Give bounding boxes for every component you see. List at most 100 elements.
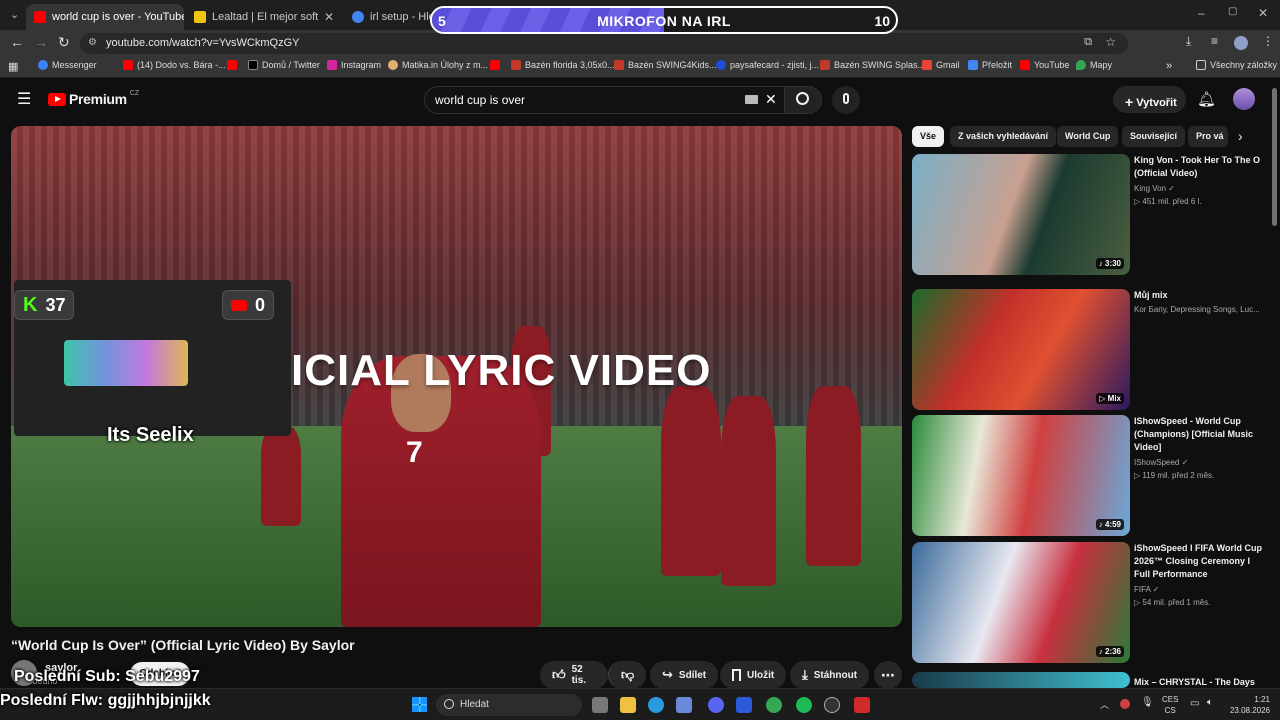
bookmark-youtube-2[interactable] bbox=[227, 60, 237, 70]
profile-avatar[interactable] bbox=[1234, 36, 1248, 50]
input-language[interactable]: CES CS bbox=[1162, 694, 1178, 716]
chrome-icon[interactable] bbox=[766, 697, 782, 713]
minimize-button[interactable]: – bbox=[1198, 6, 1205, 20]
video-title[interactable]: IShowSpeed - World Cup (Champions) [Offi… bbox=[1134, 415, 1264, 454]
account-avatar[interactable] bbox=[1233, 88, 1255, 110]
video-thumbnail[interactable]: ▷ Mix bbox=[912, 289, 1130, 410]
bookmark-prelozit[interactable]: Přeložit bbox=[968, 60, 1012, 70]
create-button[interactable]: + Vytvořit bbox=[1113, 86, 1186, 113]
back-icon[interactable]: ← bbox=[10, 34, 24, 50]
maximize-button[interactable]: ▢ bbox=[1228, 6, 1237, 17]
share-button[interactable]: ↪ Sdílet bbox=[650, 661, 719, 689]
last-subscriber-overlay: Poslední Sub: Sebu2997 bbox=[14, 668, 200, 685]
spotify-icon[interactable] bbox=[796, 697, 812, 713]
chip-related[interactable]: Související bbox=[1122, 126, 1186, 147]
bookmark-twitter[interactable]: Domů / Twitter bbox=[248, 60, 320, 70]
video-meta: ▷ 54 mil. před 1 měs. bbox=[1134, 598, 1211, 607]
edge-icon[interactable] bbox=[648, 697, 664, 713]
bookmark-dodo[interactable]: (14) Dodo vs. Bára -... bbox=[123, 60, 226, 70]
gmail-icon bbox=[922, 60, 932, 70]
dislike-button[interactable]: 👎︎ bbox=[608, 661, 646, 689]
video-title[interactable]: iShowSpeed I FIFA World Cup 2026™ Closin… bbox=[1134, 542, 1264, 581]
clock[interactable]: 1:21 23.08.2026 bbox=[1230, 694, 1270, 716]
address-bar[interactable]: ⚙ youtube.com/watch?v=YvsWCkmQzGY ⧉ ☆ bbox=[80, 33, 1128, 54]
tab-youtube[interactable]: world cup is over - YouTube 🔊 ✕ bbox=[26, 4, 184, 30]
site-info-icon[interactable]: ⚙ bbox=[88, 37, 97, 48]
bookmark-bazen-florida[interactable]: Bazén florida 3,05x0... bbox=[511, 60, 615, 70]
bookmark-label: YouTube bbox=[1034, 60, 1070, 70]
volume-icon[interactable]: 🔈︎ bbox=[1207, 697, 1213, 708]
download-button[interactable]: ⤓ Stáhnout bbox=[790, 661, 870, 689]
bookmark-star-icon[interactable]: ☆ bbox=[1105, 35, 1116, 49]
hamburger-menu-icon[interactable]: ☰ bbox=[17, 89, 31, 109]
menu-icon[interactable]: ⋮ bbox=[1262, 34, 1274, 48]
mic-tray-icon[interactable]: 🎙︎ bbox=[1141, 697, 1154, 708]
channel-name[interactable]: IShowSpeed ✓ bbox=[1134, 458, 1188, 467]
bookmark-paysafecard[interactable]: paysafecard - zjisti, j... bbox=[716, 60, 819, 70]
video-thumbnail[interactable]: ♪ 4:59 bbox=[912, 415, 1130, 536]
video-title[interactable]: Můj mix bbox=[1134, 289, 1264, 302]
video-title[interactable]: King Von - Took Her To The O (Official V… bbox=[1134, 154, 1264, 180]
download-icon[interactable]: ⤓ bbox=[1186, 34, 1191, 49]
tab-search-icon[interactable]: ⌄ bbox=[10, 8, 19, 21]
chips-next-icon[interactable]: › bbox=[1238, 128, 1243, 144]
more-bookmarks-icon[interactable]: » bbox=[1166, 60, 1172, 72]
taskbar-search[interactable]: Hledat bbox=[436, 694, 582, 716]
channel-name[interactable]: FIFA ✓ bbox=[1134, 585, 1159, 594]
tab-lealtad[interactable]: Lealtad | El mejor software para ✕ bbox=[186, 4, 342, 30]
matika-icon bbox=[388, 60, 398, 70]
save-button[interactable]: Uložit bbox=[720, 661, 787, 689]
bookmark-mapy[interactable]: Mapy bbox=[1076, 60, 1112, 70]
voice-search-button[interactable] bbox=[832, 86, 860, 114]
bookmark-messenger[interactable]: Messenger bbox=[38, 60, 97, 70]
chip-from-searches[interactable]: Z vašich vyhledávání bbox=[950, 126, 1057, 147]
bookmark-instagram[interactable]: Instagram bbox=[327, 60, 381, 70]
video-thumbnail[interactable] bbox=[912, 672, 1130, 688]
install-icon[interactable]: ⧉ bbox=[1084, 36, 1092, 49]
obs-icon[interactable] bbox=[824, 697, 840, 713]
video-thumbnail[interactable]: ♪ 3:30 bbox=[912, 154, 1130, 275]
bookmark-matika[interactable]: Matika.in Úlohy z m... bbox=[388, 60, 488, 70]
reload-icon[interactable]: ↻ bbox=[58, 34, 70, 51]
apps-icon[interactable]: ▦ bbox=[8, 60, 18, 73]
bookmark-bazen-swing[interactable]: Bazén SWING Splas... bbox=[820, 60, 925, 70]
scrollbar[interactable] bbox=[1272, 88, 1277, 226]
discord-icon[interactable] bbox=[708, 697, 724, 713]
bookmark-gmail[interactable]: Gmail bbox=[922, 60, 960, 70]
bookmark-youtube[interactable]: YouTube bbox=[1020, 60, 1069, 70]
app-icon[interactable] bbox=[736, 697, 752, 713]
share-label: Sdílet bbox=[678, 669, 707, 681]
tray-app-icon[interactable] bbox=[1120, 699, 1130, 709]
tab-google[interactable]: irl setup - Hledat G bbox=[344, 4, 434, 30]
media-control-icon[interactable]: ≡ bbox=[1211, 34, 1218, 48]
channel-name[interactable]: King Von ✓ bbox=[1134, 184, 1175, 193]
video-thumbnail[interactable]: ♪ 2:36 bbox=[912, 542, 1130, 663]
network-icon[interactable]: ▭ bbox=[1190, 698, 1199, 709]
store-icon[interactable] bbox=[676, 697, 692, 713]
logo-text: Premium bbox=[69, 91, 127, 107]
like-button[interactable]: 👍︎ 52 tis. bbox=[540, 661, 608, 689]
forward-icon[interactable]: → bbox=[34, 34, 48, 50]
search-input[interactable]: world cup is over ✕ bbox=[424, 86, 786, 114]
chip-world-cup[interactable]: World Cup bbox=[1057, 126, 1119, 147]
close-tab-icon[interactable]: ✕ bbox=[324, 10, 334, 24]
tray-overflow-icon[interactable]: ︿ bbox=[1100, 698, 1109, 711]
clear-search-icon[interactable]: ✕ bbox=[765, 91, 777, 108]
voicemeeter-icon[interactable] bbox=[854, 697, 870, 713]
close-window-button[interactable]: ✕ bbox=[1258, 6, 1268, 20]
bookmark-label: Instagram bbox=[341, 60, 382, 70]
more-actions-button[interactable]: ⋯ bbox=[874, 661, 902, 689]
bookmark-bazen-swing4kids[interactable]: Bazén SWING4Kids... bbox=[614, 60, 717, 70]
bookmark-youtube-3[interactable] bbox=[490, 60, 500, 70]
task-view-icon[interactable] bbox=[592, 697, 608, 713]
all-bookmarks-folder[interactable]: Všechny záložky bbox=[1196, 60, 1277, 70]
youtube-logo[interactable]: Premium CZ bbox=[48, 90, 139, 107]
chip-all[interactable]: Vše bbox=[912, 126, 945, 147]
chip-for-you[interactable]: Pro vá bbox=[1188, 126, 1228, 147]
search-button[interactable] bbox=[784, 86, 822, 114]
keyboard-icon[interactable] bbox=[745, 95, 758, 104]
notifications-bell-icon[interactable]: 🔔︎ bbox=[1197, 90, 1216, 108]
start-icon[interactable] bbox=[412, 697, 427, 712]
channel-name[interactable]: Kor Бапу, Depressing Songs, Luc... bbox=[1134, 305, 1260, 314]
file-explorer-icon[interactable] bbox=[620, 697, 636, 713]
